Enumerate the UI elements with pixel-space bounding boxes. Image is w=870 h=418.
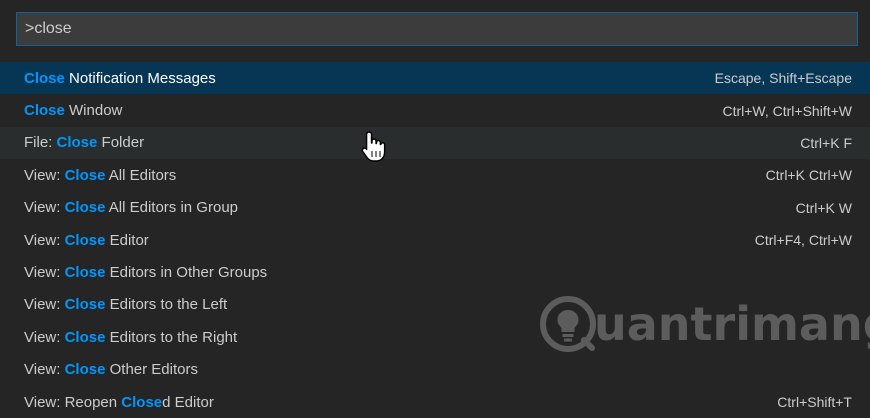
command-label: Close Notification Messages (24, 70, 216, 87)
command-label-match: Close (64, 296, 106, 314)
command-label-suffix: Editors in Other Groups (105, 264, 268, 282)
command-keybinding: Escape, Shift+Escape (714, 70, 852, 87)
command-label-suffix: Notification Messages (64, 69, 216, 87)
command-keybinding: Ctrl+K Ctrl+W (765, 167, 852, 184)
command-label-suffix: Folder (97, 134, 145, 152)
command-item[interactable]: View: Close Editors in Other Groups (0, 256, 870, 288)
command-search-input[interactable] (16, 12, 858, 46)
command-label: View: Close Editors in Other Groups (24, 264, 267, 281)
command-label-match: Close (64, 264, 106, 282)
command-label: View: Close All Editors in Group (24, 199, 238, 216)
command-item[interactable]: View: Close Other Editors (0, 354, 870, 386)
command-keybinding: Ctrl+W, Ctrl+Shift+W (722, 102, 852, 119)
command-label-match: Close (56, 134, 98, 152)
command-label: View: Close Editors to the Left (24, 296, 227, 313)
command-label-match: Close (64, 231, 106, 249)
command-label-prefix: View: (24, 361, 65, 379)
command-keybinding: Ctrl+Shift+T (777, 394, 852, 411)
command-item[interactable]: Close Notification Messages Escape, Shift… (0, 62, 870, 95)
command-label-prefix: View: Reopen (24, 393, 122, 411)
command-label-match: Close (24, 69, 65, 87)
command-label-prefix: View: (24, 264, 65, 282)
command-item[interactable]: View: Close Editor Ctrl+F4, Ctrl+W (0, 224, 870, 256)
command-item[interactable]: File: Close Folder Ctrl+K F (0, 126, 870, 160)
command-label: View: Close Editor (24, 232, 149, 249)
command-keybinding: Ctrl+K W (795, 199, 852, 216)
command-label: View: Close All Editors (24, 167, 176, 184)
command-item[interactable]: View: Close All Editors Ctrl+K Ctrl+W (0, 159, 870, 191)
command-label-match: Close (121, 393, 163, 411)
command-label-prefix: View: (24, 296, 65, 314)
command-item[interactable]: View: Close Editors to the Left (0, 289, 870, 321)
search-container (10, 8, 864, 52)
command-item[interactable]: View: Close Editors to the Right (0, 321, 870, 353)
command-label: Close Window (24, 102, 122, 119)
command-label-suffix: All Editors (105, 166, 177, 184)
command-label-match: Close (64, 328, 106, 346)
command-label-match: Close (64, 199, 106, 217)
command-label-match: Close (64, 166, 106, 184)
command-label-prefix: File: (24, 134, 57, 152)
command-label: File: Close Folder (24, 134, 144, 151)
command-palette: Close Notification Messages Escape, Shift… (0, 0, 870, 417)
command-list: Close Notification Messages Escape, Shift… (0, 62, 870, 418)
command-item[interactable]: Close Window Ctrl+W, Ctrl+Shift+W (0, 94, 870, 126)
command-label-match: Close (64, 361, 106, 379)
command-label-suffix: Other Editors (105, 361, 198, 379)
command-label-prefix: View: (24, 166, 65, 184)
command-label-suffix: Window (64, 102, 123, 120)
command-label-match: Close (24, 102, 65, 120)
command-label: View: Close Other Editors (24, 361, 198, 378)
command-keybinding: Ctrl+K F (800, 134, 852, 151)
command-label-suffix: Editors to the Left (105, 296, 228, 314)
command-label: View: Close Editors to the Right (24, 329, 237, 346)
command-label: View: Reopen Closed Editor (24, 394, 214, 411)
command-label-prefix: View: (24, 328, 65, 346)
command-label-suffix: Editor (105, 231, 149, 249)
command-label-suffix: All Editors in Group (105, 199, 238, 217)
command-label-prefix: View: (24, 231, 65, 249)
command-item[interactable]: View: Reopen Closed Editor Ctrl+Shift+T (0, 386, 870, 418)
command-item[interactable]: View: Close All Editors in Group Ctrl+K W (0, 192, 870, 224)
command-keybinding: Ctrl+F4, Ctrl+W (754, 232, 852, 249)
command-label-prefix: View: (24, 199, 65, 217)
command-label-suffix: d Editor (162, 393, 214, 411)
command-label-suffix: Editors to the Right (105, 328, 238, 346)
